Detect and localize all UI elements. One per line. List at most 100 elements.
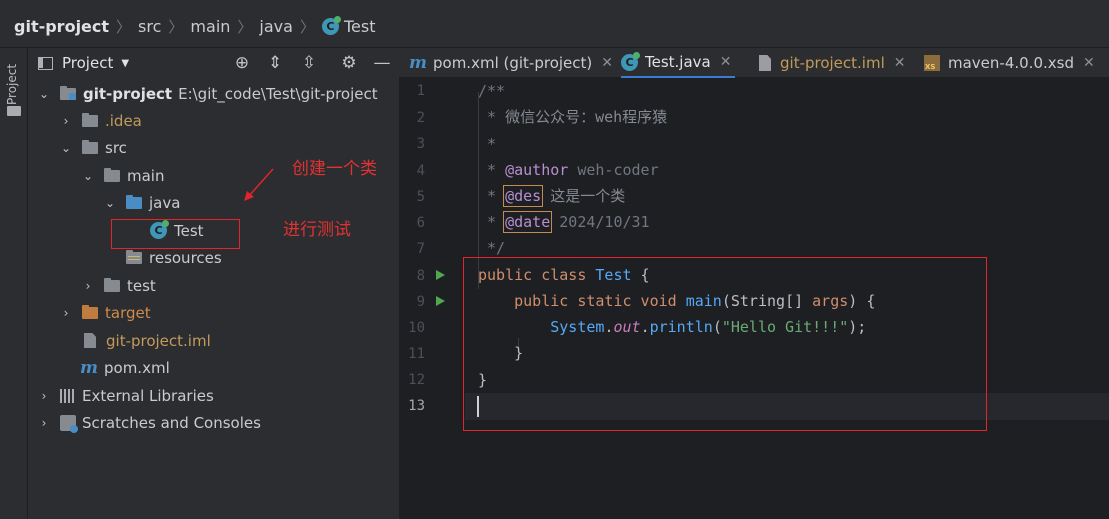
- xsd-file-icon: [924, 55, 940, 71]
- breadcrumb-item-project[interactable]: git-project: [14, 17, 109, 36]
- folder-icon: [82, 112, 98, 127]
- tab-git-project-iml[interactable]: git-project.iml ✕: [759, 48, 906, 78]
- iml-file-icon: [759, 55, 771, 71]
- maven-icon: m: [409, 53, 427, 73]
- tree-item-iml[interactable]: git-project.iml: [84, 327, 211, 354]
- tree-item-test-folder[interactable]: › test: [82, 272, 156, 299]
- project-panel-header: Project ▼ ⊕ ⇕ ⇳ ⚙ —: [28, 48, 399, 78]
- tree-item-scratches[interactable]: › Scratches and Consoles: [38, 409, 261, 436]
- chevron-down-icon[interactable]: ▼: [121, 58, 129, 69]
- iml-file-icon: [84, 333, 96, 348]
- code-line-5: * @des 这是一个类: [478, 185, 626, 207]
- tab-pom-xml[interactable]: m pom.xml (git-project) ✕: [409, 48, 613, 78]
- tree-item-external-libraries[interactable]: › External Libraries: [38, 382, 214, 409]
- breadcrumb-item-test-label: Test: [343, 17, 376, 36]
- tree-item-label: target: [105, 303, 151, 322]
- module-folder-icon: [60, 85, 76, 100]
- excluded-folder-icon: [82, 304, 98, 319]
- tree-item-src[interactable]: ⌄ src: [60, 134, 127, 161]
- locate-icon[interactable]: ⊕: [231, 52, 253, 74]
- close-icon[interactable]: ✕: [1083, 55, 1095, 71]
- folder-icon: [82, 139, 98, 154]
- tree-item-label: resources: [149, 248, 222, 267]
- breadcrumb-item-test[interactable]: Test: [321, 16, 376, 36]
- tab-test-java[interactable]: Test.java ✕: [621, 48, 736, 78]
- java-class-icon: [321, 16, 341, 35]
- line-number: 3: [416, 136, 425, 152]
- collapse-all-icon[interactable]: ⇳: [298, 52, 320, 74]
- chevron-down-icon[interactable]: ⌄: [82, 169, 94, 183]
- line-number: 1: [416, 83, 425, 99]
- project-tool-window-button[interactable]: Project: [5, 54, 23, 114]
- breadcrumb-item-src[interactable]: src: [138, 17, 161, 36]
- expand-all-icon[interactable]: ⇕: [264, 52, 286, 74]
- tab-label: Test.java: [645, 53, 711, 71]
- tree-item-target[interactable]: › target: [60, 299, 151, 326]
- libraries-icon: [60, 388, 76, 403]
- breadcrumb-item-main[interactable]: main: [190, 17, 230, 36]
- line-number: 5: [416, 189, 425, 205]
- chevron-right-icon[interactable]: ›: [82, 279, 94, 293]
- project-view-selector[interactable]: Project: [62, 54, 113, 72]
- left-tool-stripe: Project: [0, 48, 28, 519]
- folder-icon[interactable]: [7, 106, 21, 116]
- chevron-down-icon[interactable]: ⌄: [38, 87, 50, 101]
- minimize-icon[interactable]: —: [371, 52, 393, 74]
- editor: m pom.xml (git-project) ✕ Test.java ✕ gi…: [399, 48, 1109, 519]
- line-number: 4: [416, 163, 425, 179]
- tree-item-label: git-project: [83, 84, 173, 103]
- tree-item-git-project[interactable]: ⌄ git-project E:\git_code\Test\git-proje…: [38, 80, 378, 107]
- java-class-icon: [621, 51, 640, 71]
- gear-icon[interactable]: ⚙: [338, 52, 360, 74]
- annotation-create-class: 创建一个类: [292, 159, 377, 179]
- run-icon[interactable]: [436, 296, 445, 306]
- line-number: 7: [416, 241, 425, 257]
- line-number: 6: [416, 215, 425, 231]
- chevron-right-icon[interactable]: ›: [60, 306, 72, 320]
- breadcrumb-separator-icon: 〉: [116, 18, 132, 36]
- tree-item-java[interactable]: ⌄ java: [104, 189, 180, 216]
- tree-item-main[interactable]: ⌄ main: [82, 162, 165, 189]
- annotation-arrow-icon: [244, 168, 274, 201]
- run-icon[interactable]: [436, 270, 445, 280]
- tree-item-pom[interactable]: m pom.xml: [80, 354, 170, 381]
- breadcrumb: git-project 〉 src 〉 main 〉 java 〉 Test: [0, 0, 1109, 48]
- line-number: 13: [408, 398, 425, 414]
- tree-item-label: Scratches and Consoles: [82, 413, 261, 432]
- chevron-right-icon[interactable]: ›: [60, 114, 72, 128]
- highlight-box-test: [111, 219, 240, 249]
- close-icon[interactable]: ✕: [720, 54, 732, 70]
- tab-maven-xsd[interactable]: maven-4.0.0.xsd ✕: [924, 48, 1095, 78]
- folder-icon: [104, 277, 120, 292]
- breadcrumb-item-java[interactable]: java: [259, 17, 293, 36]
- chevron-right-icon[interactable]: ›: [38, 416, 50, 430]
- line-number-gutter[interactable]: 1 2 3 4 5 6 7 8 9 10 11 12 13: [399, 78, 465, 519]
- line-number: 9: [416, 294, 425, 310]
- code-line-6: * @date 2024/10/31: [478, 211, 650, 233]
- code-line-3: *: [478, 135, 497, 153]
- tree-item-idea[interactable]: › .idea: [60, 107, 142, 134]
- chevron-down-icon[interactable]: ⌄: [60, 141, 72, 155]
- code-line-1: /**: [478, 82, 506, 100]
- chevron-right-icon[interactable]: ›: [38, 389, 50, 403]
- tree-item-label: src: [105, 138, 127, 157]
- line-number: 8: [416, 268, 425, 284]
- breadcrumb-separator-icon: 〉: [168, 18, 184, 36]
- tree-item-label: External Libraries: [82, 386, 214, 405]
- breadcrumb-separator-icon: 〉: [237, 18, 253, 36]
- line-number: 11: [408, 346, 425, 362]
- chevron-down-icon[interactable]: ⌄: [104, 196, 116, 210]
- tree-item-label: git-project.iml: [106, 331, 211, 350]
- tree-item-path: E:\git_code\Test\git-project: [178, 84, 378, 103]
- line-number: 2: [416, 110, 425, 126]
- tree-item-label: .idea: [105, 111, 142, 130]
- line-number: 10: [408, 320, 425, 336]
- editor-tab-bar: m pom.xml (git-project) ✕ Test.java ✕ gi…: [399, 48, 1109, 78]
- close-icon[interactable]: ✕: [894, 55, 906, 71]
- project-view-icon: [38, 56, 53, 70]
- maven-icon: m: [80, 357, 98, 378]
- tab-label: pom.xml (git-project): [433, 54, 593, 72]
- highlight-box-code: [463, 257, 987, 431]
- close-icon[interactable]: ✕: [601, 55, 613, 71]
- breadcrumb-separator-icon: 〉: [299, 18, 315, 36]
